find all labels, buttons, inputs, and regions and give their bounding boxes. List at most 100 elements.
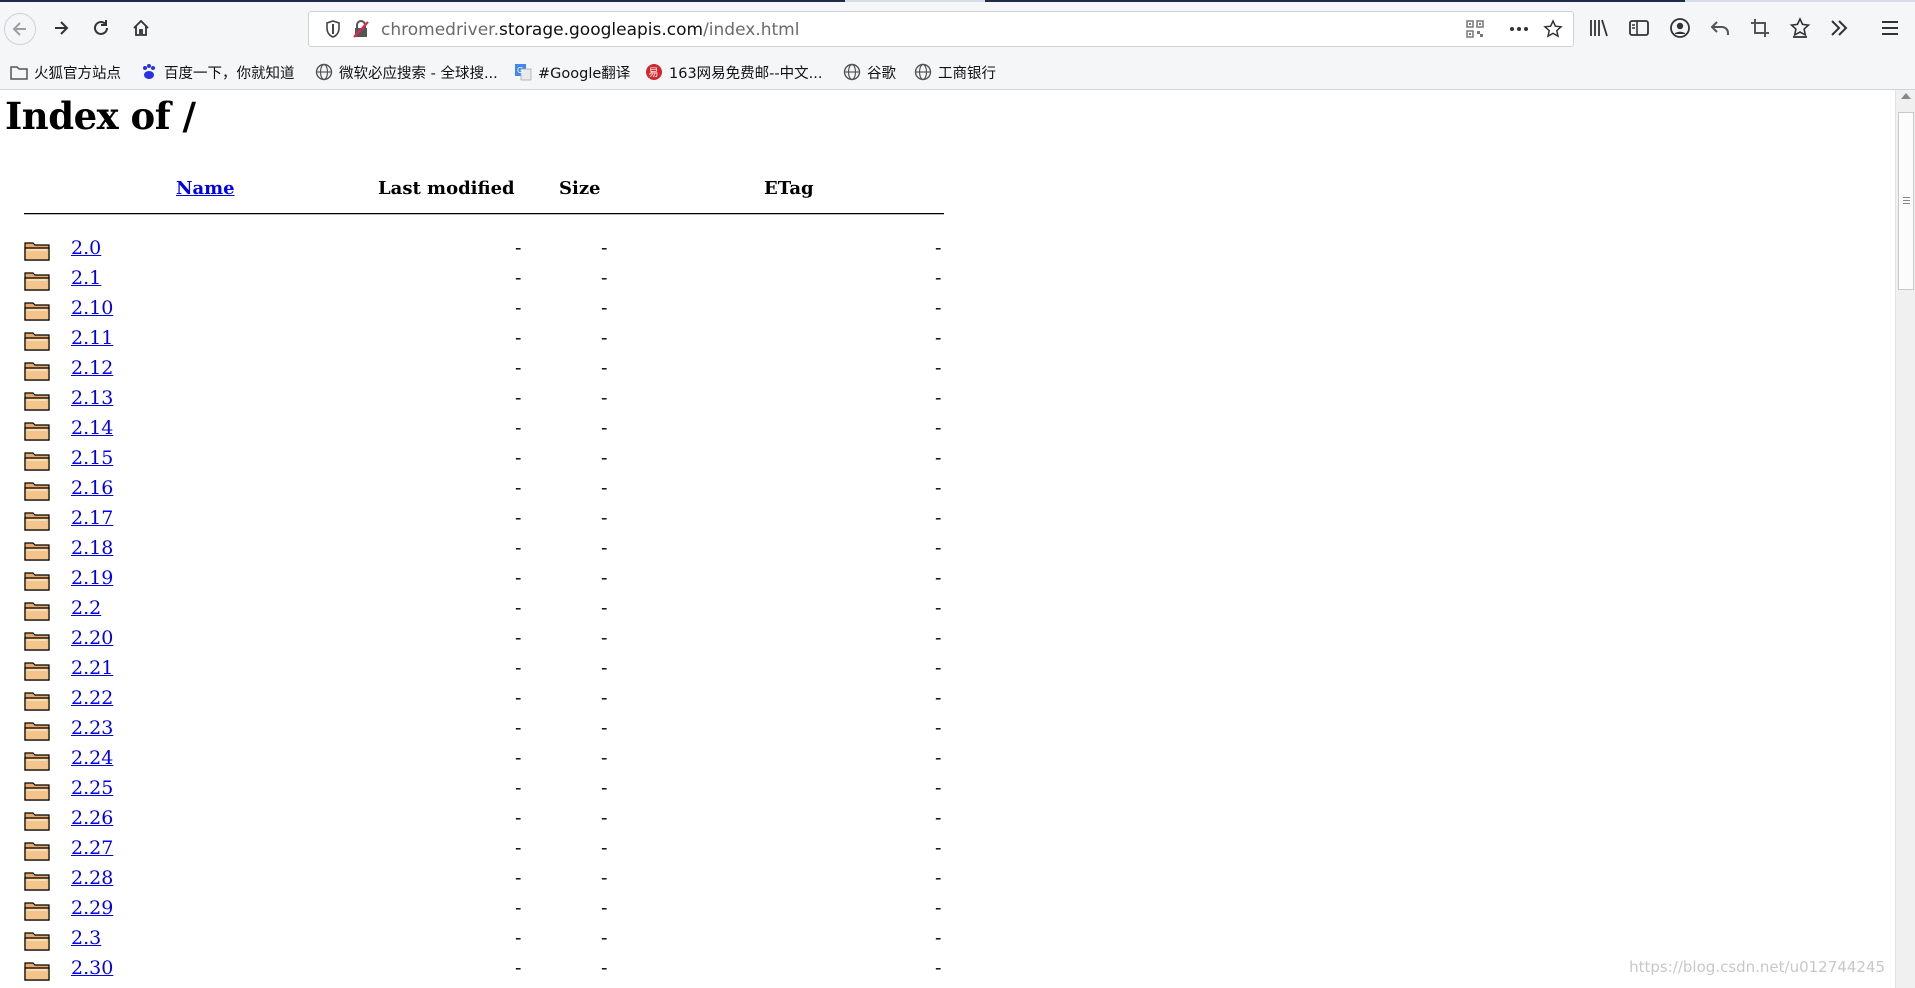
table-row: 2.30 - - - (0, 956, 960, 986)
directory-link[interactable]: 2.20 (71, 627, 113, 649)
last-modified-cell: - (515, 267, 522, 289)
table-row: 2.25 - - - (0, 776, 960, 806)
directory-link[interactable]: 2.2 (71, 597, 101, 619)
etag-cell: - (935, 807, 942, 829)
crop-icon[interactable] (1748, 16, 1772, 40)
bookmark-baidu[interactable]: 百度一下，你就知道 (140, 61, 295, 83)
column-header-etag: ETag (764, 178, 814, 199)
bookmark-google[interactable]: 谷歌 (843, 61, 896, 83)
scroll-up-arrow[interactable] (1901, 93, 1911, 99)
directory-link[interactable]: 2.24 (71, 747, 113, 769)
directory-link[interactable]: 2.15 (71, 447, 113, 469)
table-row: 2.29 - - - (0, 896, 960, 926)
globe-icon (843, 63, 861, 81)
directory-link[interactable]: 2.21 (71, 657, 113, 679)
table-row: 2.27 - - - (0, 836, 960, 866)
last-modified-cell: - (515, 597, 522, 619)
shield-icon[interactable] (323, 19, 343, 39)
etag-cell: - (935, 507, 942, 529)
bookmark-163-mail[interactable]: 易 163网易免费邮--中文... (645, 61, 822, 83)
netease-icon: 易 (645, 63, 663, 81)
directory-link[interactable]: 2.11 (71, 327, 113, 349)
etag-cell: - (935, 417, 942, 439)
directory-link[interactable]: 2.12 (71, 357, 113, 379)
directory-link[interactable]: 2.16 (71, 477, 113, 499)
size-cell: - (601, 537, 608, 559)
directory-link[interactable]: 2.27 (71, 837, 113, 859)
qr-code-icon[interactable] (1465, 19, 1485, 39)
insecure-lock-icon[interactable] (351, 19, 371, 39)
directory-link[interactable]: 2.13 (71, 387, 113, 409)
undo-icon[interactable] (1708, 16, 1732, 40)
last-modified-cell: - (515, 387, 522, 409)
forward-button[interactable] (45, 12, 77, 44)
bookmark-label: 火狐官方站点 (34, 65, 121, 82)
directory-link[interactable]: 2.3 (71, 927, 101, 949)
folder-icon (24, 962, 50, 981)
directory-link[interactable]: 2.18 (71, 537, 113, 559)
folder-icon (24, 812, 50, 831)
library-icon[interactable] (1587, 16, 1611, 40)
table-row: 2.21 - - - (0, 656, 960, 686)
last-modified-cell: - (515, 417, 522, 439)
bookmark-label: 工商银行 (938, 65, 996, 82)
last-modified-cell: - (515, 507, 522, 529)
size-cell: - (601, 897, 608, 919)
directory-link[interactable]: 2.30 (71, 957, 113, 979)
column-header-name[interactable]: Name (176, 178, 235, 199)
directory-link[interactable]: 2.17 (71, 507, 113, 529)
directory-link[interactable]: 2.26 (71, 807, 113, 829)
sort-by-name-link[interactable]: Name (176, 178, 235, 199)
size-cell: - (601, 687, 608, 709)
size-cell: - (601, 597, 608, 619)
menu-icon[interactable] (1878, 16, 1902, 40)
star-icon[interactable] (1543, 19, 1563, 39)
folder-icon (24, 722, 50, 741)
bookmark-firefox-official[interactable]: 火狐官方站点 (10, 61, 121, 83)
directory-link[interactable]: 2.10 (71, 297, 113, 319)
last-modified-cell: - (515, 927, 522, 949)
globe-icon (914, 63, 932, 81)
bookmark-star-icon[interactable] (1788, 16, 1812, 40)
directory-link[interactable]: 2.25 (71, 777, 113, 799)
scrollbar-thumb[interactable] (1898, 112, 1914, 290)
bookmark-icbc[interactable]: 工商银行 (914, 61, 996, 83)
page-content: Index of / Name Last modified Size ETag … (0, 90, 1895, 988)
svg-text:G: G (517, 66, 523, 75)
overflow-icon[interactable] (1827, 16, 1851, 40)
bookmark-label: #Google翻译 (538, 65, 631, 82)
directory-link[interactable]: 2.22 (71, 687, 113, 709)
folder-icon (24, 572, 50, 591)
home-button[interactable] (125, 12, 157, 44)
table-row: 2.13 - - - (0, 386, 960, 416)
home-icon (133, 19, 149, 36)
last-modified-cell: - (515, 747, 522, 769)
folder-icon (24, 482, 50, 501)
vertical-scrollbar[interactable] (1895, 90, 1915, 988)
folder-icon (10, 63, 28, 81)
url-text[interactable]: chromedriver.storage.googleapis.com/inde… (381, 20, 799, 40)
reload-button[interactable] (85, 12, 117, 44)
etag-cell: - (935, 357, 942, 379)
directory-link[interactable]: 2.29 (71, 897, 113, 919)
table-row: 2.19 - - - (0, 566, 960, 596)
back-icon (12, 22, 26, 36)
address-bar[interactable]: chromedriver.storage.googleapis.com/inde… (308, 11, 1574, 47)
size-cell: - (601, 417, 608, 439)
bookmark-google-translate[interactable]: G #Google翻译 (514, 61, 630, 83)
size-cell: - (601, 747, 608, 769)
account-icon[interactable] (1668, 16, 1692, 40)
more-icon[interactable] (1509, 19, 1529, 39)
directory-link[interactable]: 2.28 (71, 867, 113, 889)
directory-link[interactable]: 2.19 (71, 567, 113, 589)
back-button[interactable] (4, 13, 36, 45)
size-cell: - (601, 447, 608, 469)
bookmark-bing[interactable]: 微软必应搜索 - 全球搜... (315, 61, 498, 83)
sidebar-icon[interactable] (1627, 16, 1651, 40)
etag-cell: - (935, 717, 942, 739)
etag-cell: - (935, 897, 942, 919)
directory-link[interactable]: 2.23 (71, 717, 113, 739)
directory-link[interactable]: 2.0 (71, 237, 101, 259)
directory-link[interactable]: 2.14 (71, 417, 113, 439)
directory-link[interactable]: 2.1 (71, 267, 101, 289)
